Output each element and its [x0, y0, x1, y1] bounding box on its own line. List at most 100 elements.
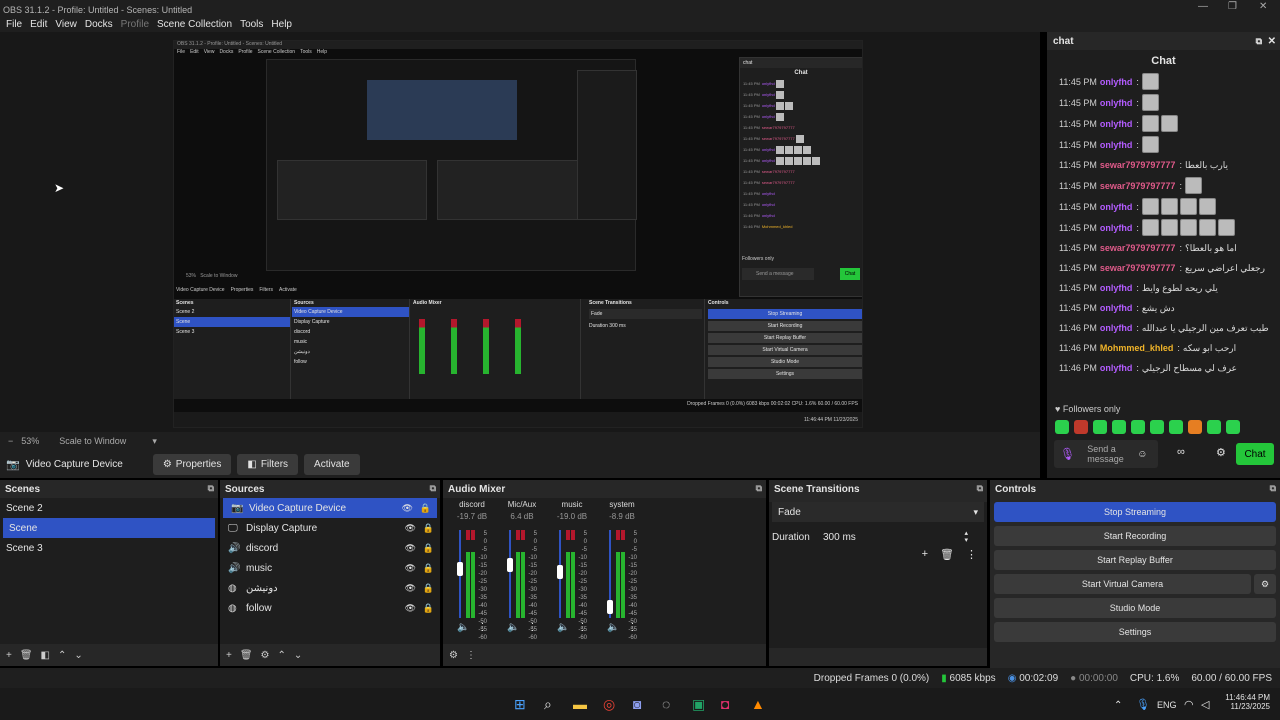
down-arrow-icon[interactable]: ⌄	[294, 650, 302, 661]
gear-icon[interactable]: ⚙	[261, 650, 270, 661]
undock-icon[interactable]: ⧉	[756, 483, 762, 494]
emote-icon[interactable]	[1207, 420, 1221, 434]
gear-icon[interactable]: ⚙	[1254, 574, 1276, 594]
emote-icon[interactable]	[1131, 420, 1145, 434]
scene-item[interactable]: Scene 3	[0, 538, 218, 558]
source-item[interactable]: ◍ دونيشن 👁 🔒	[220, 578, 440, 598]
chat-username[interactable]: onlyfhd	[1100, 77, 1133, 87]
mic-icon[interactable]: 🎙	[1136, 698, 1150, 711]
chrome-icon[interactable]: ◎	[603, 696, 615, 713]
chat-input[interactable]: 🎙 Send a message ☺	[1054, 440, 1158, 468]
undock-icon[interactable]: ⧉	[977, 483, 983, 494]
emote-icon[interactable]	[1074, 420, 1088, 434]
eye-icon[interactable]: 👁	[402, 503, 413, 514]
trash-icon[interactable]: 🗑	[240, 650, 253, 661]
start-recording-button[interactable]: Start Recording	[994, 526, 1276, 546]
chat-send-button[interactable]: Chat	[1236, 443, 1274, 465]
mute-icon[interactable]: 🔈	[607, 622, 619, 633]
tray-chevron-icon[interactable]: ⌃	[1114, 700, 1122, 711]
chat-username[interactable]: onlyfhd	[1100, 363, 1133, 373]
volume-icon[interactable]: ◁	[1201, 698, 1209, 711]
close-icon[interactable]: ✕	[1268, 36, 1276, 47]
activate-button[interactable]: Activate	[304, 453, 360, 475]
chat-username[interactable]: Mohmmed_khled	[1100, 343, 1174, 353]
menu-tools[interactable]: Tools	[236, 19, 267, 30]
menu-edit[interactable]: Edit	[26, 19, 51, 30]
menu-file[interactable]: File	[2, 19, 26, 30]
menu-view[interactable]: View	[51, 19, 81, 30]
source-item[interactable]: 📷 Video Capture Device 👁 🔒	[223, 498, 437, 518]
eye-icon[interactable]: 👁	[405, 543, 416, 554]
eye-icon[interactable]: 👁	[405, 603, 416, 614]
emote-icon[interactable]	[1055, 420, 1069, 434]
filter-icon[interactable]: ◧	[41, 650, 50, 661]
undock-icon[interactable]: ⧉	[208, 483, 214, 494]
more-icon[interactable]: ⋮	[477, 622, 487, 633]
gear-icon[interactable]: ⚙	[1216, 446, 1226, 459]
source-item[interactable]: 🔊 music 👁 🔒	[220, 558, 440, 578]
add-icon[interactable]: +	[6, 650, 12, 661]
eye-icon[interactable]: 👁	[405, 563, 416, 574]
windows-start-icon[interactable]: ⊞	[514, 696, 526, 713]
wifi-icon[interactable]: ◠	[1184, 698, 1194, 711]
emoji-icon[interactable]: ☺	[1137, 449, 1147, 460]
studio-mode-button[interactable]: Studio Mode	[994, 598, 1276, 618]
emote-icon[interactable]	[1169, 420, 1183, 434]
emote-icon[interactable]	[1093, 420, 1107, 434]
app-icon[interactable]: ▲	[751, 696, 765, 712]
obs-icon[interactable]: ◌	[662, 696, 670, 712]
up-arrow-icon[interactable]: ⌃	[58, 650, 66, 661]
volume-fader[interactable]	[607, 600, 613, 614]
undock-icon[interactable]: ⧉	[430, 483, 436, 494]
points-icon[interactable]: ∞	[1177, 446, 1185, 458]
chat-username[interactable]: onlyfhd	[1100, 283, 1133, 293]
chat-username[interactable]: onlyfhd	[1100, 202, 1133, 212]
start-virtual-camera-button[interactable]: Start Virtual Camera	[994, 574, 1251, 594]
down-arrow-icon[interactable]: ⌄	[74, 650, 82, 661]
file-explorer-icon[interactable]: ▬	[573, 696, 587, 712]
fader-track[interactable]	[509, 530, 511, 618]
stop-streaming-button[interactable]: Stop Streaming	[994, 502, 1276, 522]
instagram-icon[interactable]: ◘	[721, 696, 729, 712]
add-icon[interactable]: +	[922, 548, 928, 561]
chat-username[interactable]: onlyfhd	[1100, 119, 1133, 129]
more-icon[interactable]: ⋮	[527, 622, 537, 633]
trash-icon[interactable]: 🗑	[940, 548, 954, 561]
more-icon[interactable]: ⋮	[627, 622, 637, 633]
mute-icon[interactable]: 🔈	[507, 622, 519, 633]
discord-icon[interactable]: ◙	[633, 696, 641, 712]
add-icon[interactable]: +	[226, 650, 232, 661]
clock[interactable]: 11:46:44 PM 11/23/2025	[1222, 693, 1270, 711]
volume-fader[interactable]	[457, 561, 463, 576]
menu-scene-collection[interactable]: Scene Collection	[153, 19, 236, 30]
properties-button[interactable]: ⚙ Properties	[152, 453, 232, 475]
menu-help[interactable]: Help	[267, 19, 296, 30]
emote-icon[interactable]	[1112, 420, 1126, 434]
menu-profile[interactable]: Profile	[117, 19, 153, 30]
chat-username[interactable]: onlyfhd	[1100, 323, 1133, 333]
source-item[interactable]: 🔊 discord 👁 🔒	[220, 538, 440, 558]
lock-icon[interactable]: 🔒	[423, 583, 434, 594]
start-replay-buffer-button[interactable]: Start Replay Buffer	[994, 550, 1276, 570]
source-item[interactable]: 🖵 Display Capture 👁 🔒	[220, 518, 440, 538]
scene-item[interactable]: Scene	[3, 518, 215, 538]
lock-icon[interactable]: 🔒	[423, 603, 434, 614]
eye-icon[interactable]: 👁	[405, 523, 416, 534]
up-arrow-icon[interactable]: ⌃	[278, 650, 286, 661]
transition-select[interactable]: Fade ▾	[772, 502, 984, 522]
minimize-icon[interactable]: —	[1198, 1, 1208, 12]
mic-icon[interactable]: 🎙	[1060, 447, 1075, 461]
emote-icon[interactable]	[1150, 420, 1164, 434]
volume-fader[interactable]	[557, 565, 563, 579]
chat-username[interactable]: onlyfhd	[1100, 223, 1133, 233]
menu-docks[interactable]: Docks	[81, 19, 117, 30]
duration-spinbox[interactable]: 300 ms ▴ ▾	[820, 528, 970, 546]
settings-button[interactable]: Settings	[994, 622, 1276, 642]
more-icon[interactable]: ⋮	[966, 548, 977, 561]
filters-button[interactable]: ◧ Filters	[237, 453, 299, 475]
zoom-minus-button[interactable]: −	[8, 436, 13, 446]
source-item[interactable]: ◍ follow 👁 🔒	[220, 598, 440, 618]
chat-username[interactable]: sewar7979797777	[1100, 263, 1176, 273]
chat-username[interactable]: sewar7979797777	[1100, 160, 1176, 170]
lock-icon[interactable]: 🔒	[423, 563, 434, 574]
